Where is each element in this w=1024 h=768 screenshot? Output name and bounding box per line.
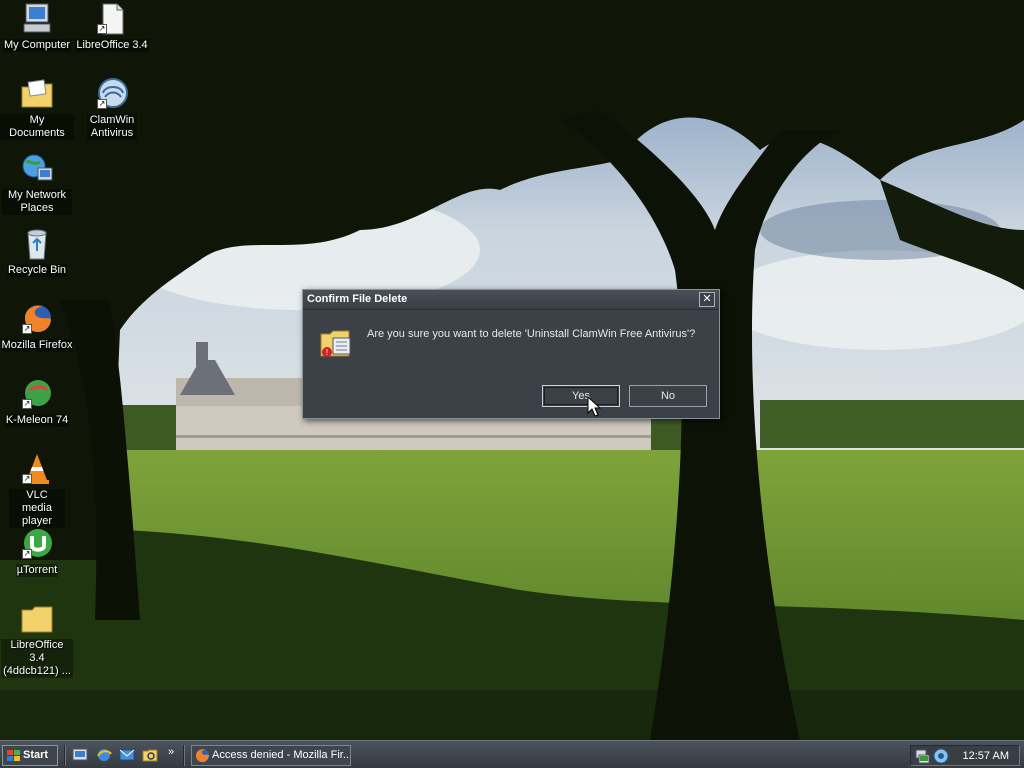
recycle-bin-icon	[27, 229, 47, 260]
internet-explorer-icon[interactable]	[96, 747, 112, 763]
desktop-icon-label: K-Meleon 74	[4, 414, 70, 427]
clock[interactable]: 12:57 AM	[963, 750, 1009, 762]
desktop-icon-label: LibreOffice 3.4	[75, 39, 149, 52]
task-label: Access denied - Mozilla Fir...	[212, 749, 351, 761]
firefox-icon	[195, 748, 210, 763]
network-globe-icon	[22, 154, 53, 181]
confirm-file-delete-dialog: Confirm File Delete ✕ ! Are you sure you…	[302, 289, 720, 419]
shortcut-arrow-icon: ↗	[22, 324, 32, 334]
shortcut-arrow-icon: ↗	[22, 474, 32, 484]
dialog-titlebar[interactable]: Confirm File Delete ✕	[303, 290, 719, 310]
taskbar: Start » Access denied - Mozilla Fir... 1…	[0, 740, 1024, 768]
desktop-icon-vlc[interactable]: ↗ VLC media player	[0, 452, 74, 528]
network-tray-icon[interactable]	[914, 748, 930, 764]
desktop-icon-label: ClamWin Antivirus	[87, 114, 137, 140]
taskbar-button-firefox[interactable]: Access denied - Mozilla Fir...	[191, 745, 351, 766]
no-button[interactable]: No	[629, 385, 707, 407]
desktop-icon-my-documents[interactable]: My Documents	[0, 77, 74, 140]
desktop-icon-label: VLC media player	[9, 489, 65, 528]
shortcut-arrow-icon: ↗	[22, 399, 32, 409]
show-desktop-icon[interactable]	[72, 747, 88, 763]
desktop-icon-label: µTorrent	[15, 564, 59, 577]
desktop-icon-network-places[interactable]: My Network Places	[0, 152, 74, 215]
taskbar-separator	[183, 745, 185, 766]
recycle-file-delete-icon: !	[320, 330, 351, 357]
yes-button[interactable]: Yes	[542, 385, 620, 407]
desktop-icon-libreoffice[interactable]: ↗ LibreOffice 3.4	[75, 2, 149, 52]
outlook-express-icon[interactable]	[119, 747, 135, 763]
shortcut-arrow-icon: ↗	[97, 99, 107, 109]
svg-text:!: !	[325, 348, 328, 357]
computer-icon	[23, 3, 51, 33]
windows-explorer-icon[interactable]	[142, 747, 158, 763]
desktop-icon-label: LibreOffice 3.4 (4ddcb121) ...	[1, 639, 73, 678]
desktop-icon-label: Recycle Bin	[6, 264, 68, 277]
start-button[interactable]: Start	[2, 745, 58, 766]
desktop-icon-recycle-bin[interactable]: Recycle Bin	[0, 227, 74, 277]
desktop-icon-label: My Documents	[0, 114, 74, 140]
shortcut-arrow-icon: ↗	[97, 24, 107, 34]
antivirus-tray-icon[interactable]	[933, 748, 949, 764]
mouse-pointer-icon	[587, 396, 601, 417]
shortcut-arrow-icon: ↗	[22, 549, 32, 559]
desktop-icon-firefox[interactable]: ↗ Mozilla Firefox	[0, 302, 74, 352]
dialog-title: Confirm File Delete	[307, 293, 408, 305]
desktop-icon-label: Mozilla Firefox	[0, 339, 74, 352]
more-quicklaunch-chevron-icon[interactable]: »	[168, 746, 174, 758]
desktop-icon-utorrent[interactable]: ↗ µTorrent	[0, 527, 74, 577]
desktop-icon-kmeleon[interactable]: ↗ K-Meleon 74	[0, 377, 74, 427]
desktop-icon-label: My Network Places	[2, 189, 72, 215]
windows-flag-icon	[7, 750, 20, 761]
desktop-icon-label: My Computer	[2, 39, 72, 52]
close-button[interactable]: ✕	[699, 292, 715, 307]
desktop-icon-libreoffice-folder[interactable]: LibreOffice 3.4 (4ddcb121) ...	[0, 602, 74, 678]
folder-icon	[21, 606, 53, 633]
taskbar-separator	[64, 745, 66, 766]
desktop-icon-clamwin[interactable]: ↗ ClamWin Antivirus	[75, 77, 149, 140]
desktop-icon-my-computer[interactable]: My Computer	[0, 2, 74, 52]
start-label: Start	[23, 749, 49, 761]
dialog-message: Are you sure you want to delete 'Uninsta…	[367, 328, 696, 340]
system-tray: 12:57 AM	[910, 745, 1020, 766]
folder-documents-icon	[21, 79, 53, 108]
